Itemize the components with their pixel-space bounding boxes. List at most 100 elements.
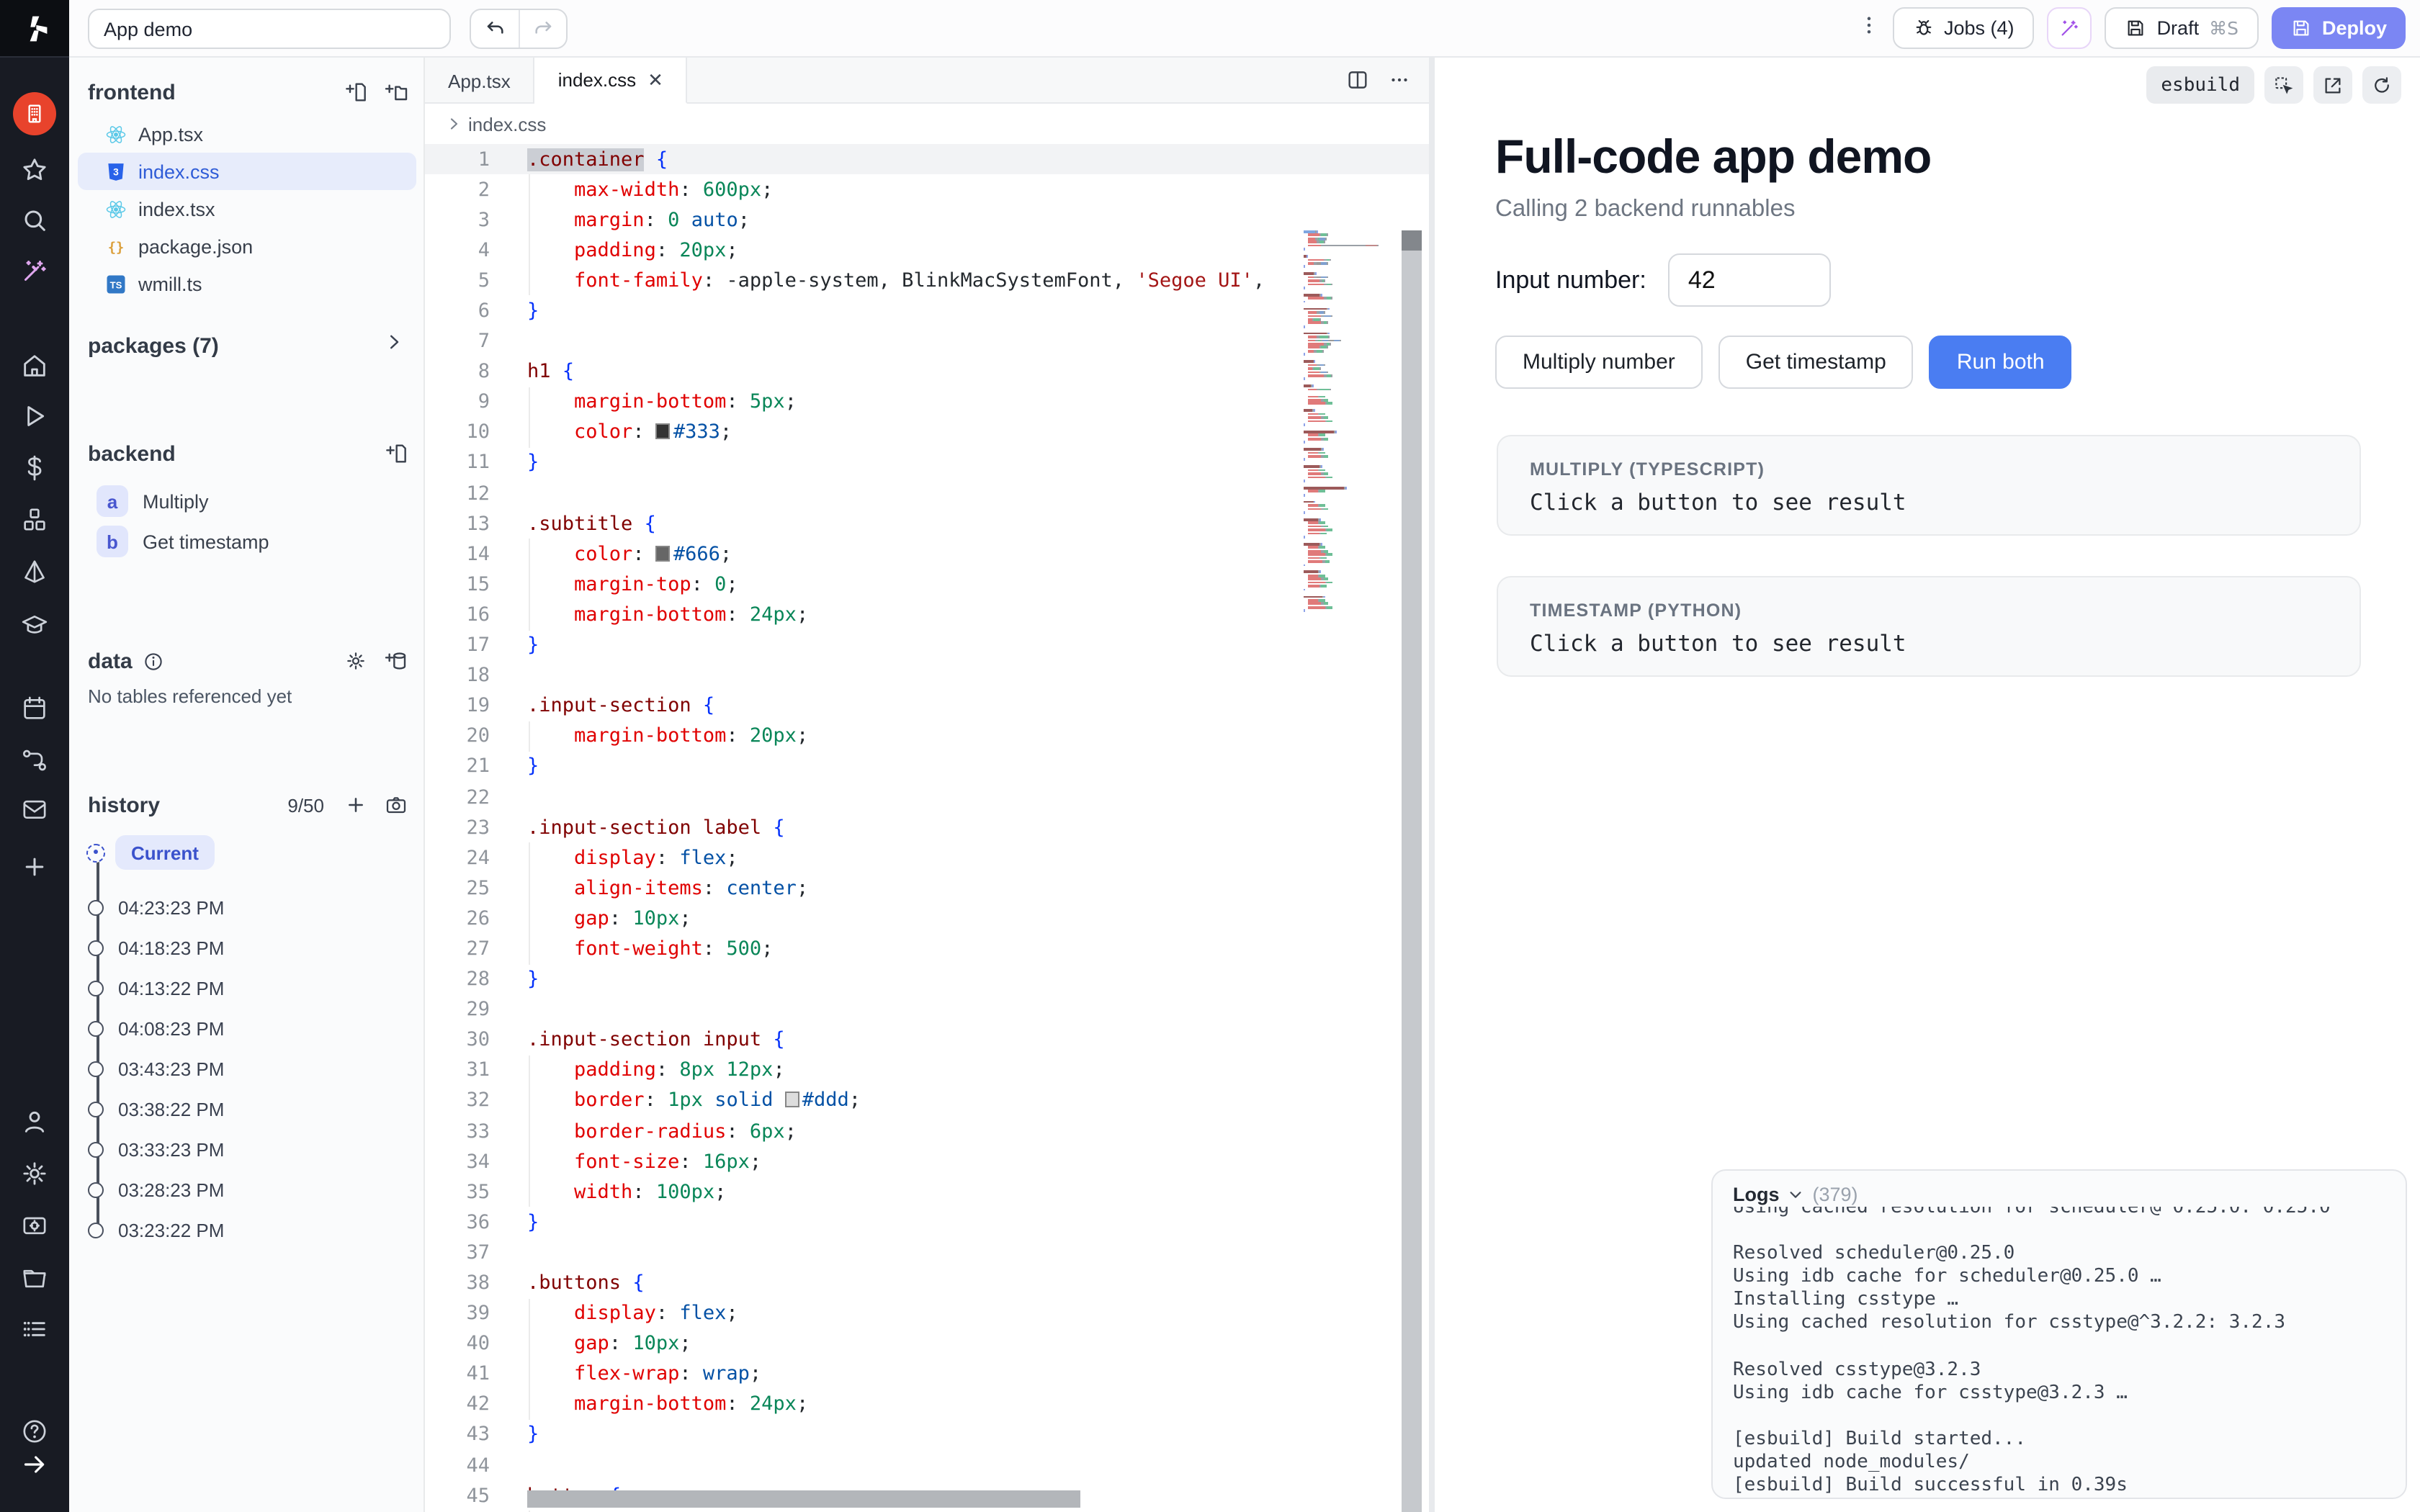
draft-button[interactable]: Draft ⌘S	[2105, 7, 2259, 49]
code-line: 5 font-family: -apple-system, BlinkMacSy…	[425, 266, 1429, 296]
arrow-right-icon	[20, 1450, 49, 1479]
vertical-scrollbar[interactable]	[1402, 230, 1422, 1512]
code-line: 13.subtitle {	[425, 508, 1429, 539]
history-entry[interactable]: 04:13:22 PM	[69, 968, 425, 1008]
audit-logs-button[interactable]	[0, 1305, 69, 1354]
open-external-button[interactable]	[2313, 66, 2352, 104]
history-current[interactable]: Current	[69, 832, 425, 873]
add-button[interactable]	[0, 842, 69, 891]
history-entry[interactable]: 03:28:23 PM	[69, 1169, 425, 1210]
history-dot-icon	[88, 1141, 104, 1157]
code-line: 30.input-section input {	[425, 1025, 1429, 1055]
tab-app-tsx[interactable]: App.tsx	[425, 58, 535, 104]
runs-button[interactable]	[0, 392, 69, 441]
code-area[interactable]: 1.container {2 max-width: 600px;3 margin…	[425, 144, 1429, 1512]
prism-icon	[20, 557, 49, 586]
jobs-button[interactable]: Jobs (4)	[1892, 7, 2035, 49]
number-input[interactable]	[1668, 253, 1831, 307]
code-line: 41 flex-wrap: wrap;	[425, 1359, 1429, 1390]
learn-button[interactable]	[0, 600, 69, 649]
code-line: 2 max-width: 600px;	[425, 174, 1429, 204]
history-entry[interactable]: 03:33:23 PM	[69, 1129, 425, 1169]
multiply-result-value: Click a button to see result	[1530, 490, 2328, 516]
ai-assistant-button[interactable]	[2048, 7, 2092, 49]
inbox-button[interactable]	[0, 785, 69, 834]
history-entry[interactable]: 03:43:23 PM	[69, 1048, 425, 1089]
breadcrumb: index.css	[425, 104, 1429, 144]
cubes-icon	[20, 505, 49, 534]
flows-button[interactable]	[0, 736, 69, 785]
minimap[interactable]	[1304, 230, 1399, 950]
multiply-result-card: MULTIPLY (TYPESCRIPT) Click a button to …	[1497, 435, 2361, 536]
code-line: 24 display: flex;	[425, 842, 1429, 873]
schedules-button[interactable]	[0, 547, 69, 596]
code-line: 42 margin-bottom: 24px;	[425, 1390, 1429, 1420]
home-button[interactable]	[0, 341, 69, 390]
calendar-icon	[20, 694, 49, 723]
favorites-button[interactable]	[0, 145, 69, 194]
history-entry[interactable]: 04:23:23 PM	[69, 887, 425, 927]
horizontal-scrollbar[interactable]	[527, 1490, 1080, 1508]
windmill-logo[interactable]	[0, 0, 69, 58]
code-line: 28}	[425, 964, 1429, 994]
code-line: 18	[425, 660, 1429, 690]
variables-button[interactable]	[0, 444, 69, 492]
code-line: 25 align-items: center;	[425, 873, 1429, 904]
more-menu-button[interactable]	[1856, 12, 1879, 44]
select-component-button[interactable]	[2264, 66, 2303, 104]
history-entry[interactable]: 03:38:22 PM	[69, 1089, 425, 1129]
undo-button[interactable]	[471, 10, 519, 48]
draft-shortcut: ⌘S	[2209, 17, 2238, 39]
history-entry[interactable]: 04:18:23 PM	[69, 927, 425, 968]
vertical-scrollbar-thumb[interactable]	[1402, 230, 1422, 251]
folders-button[interactable]	[0, 1254, 69, 1303]
split-editor-icon[interactable]	[1345, 68, 1370, 92]
history-dot-icon	[88, 899, 104, 915]
expand-rail-button[interactable]	[0, 1440, 69, 1489]
editor-menu-icon[interactable]	[1387, 68, 1412, 92]
app-name-input[interactable]	[88, 9, 451, 49]
external-link-icon	[2322, 74, 2344, 96]
run-both-button[interactable]: Run both	[1930, 336, 2072, 389]
user-button[interactable]	[0, 1097, 69, 1146]
tab-index-css[interactable]: index.css✕	[535, 58, 688, 104]
resources-button[interactable]	[0, 495, 69, 544]
code-line: 29	[425, 994, 1429, 1025]
workspace-button[interactable]	[0, 89, 69, 138]
close-tab-icon[interactable]: ✕	[647, 68, 663, 91]
redo-button[interactable]	[519, 10, 566, 48]
color-swatch	[656, 546, 671, 562]
history-dot-icon	[88, 980, 104, 996]
color-swatch	[656, 424, 671, 440]
timestamp-result-card: TIMESTAMP (PYTHON) Click a button to see…	[1497, 576, 2361, 677]
search-button[interactable]	[0, 196, 69, 245]
deploy-button[interactable]: Deploy	[2272, 7, 2406, 49]
ai-wand-button[interactable]	[0, 246, 69, 295]
history-dot-icon	[88, 1182, 104, 1197]
get-timestamp-button[interactable]: Get timestamp	[1718, 336, 1914, 389]
settings-button[interactable]	[0, 1149, 69, 1198]
refresh-button[interactable]	[2362, 66, 2401, 104]
code-line: 1.container {	[425, 144, 1429, 174]
folder-icon	[20, 1264, 49, 1293]
code-line: 10 color: #333;	[425, 418, 1429, 448]
code-line: 7	[425, 326, 1429, 356]
timestamp-result-label: TIMESTAMP (PYTHON)	[1530, 600, 2328, 621]
workers-button[interactable]	[0, 1201, 69, 1250]
calendar-button[interactable]	[0, 684, 69, 733]
app-subtitle: Calling 2 backend runnables	[1495, 196, 1795, 223]
home-icon	[20, 351, 49, 380]
history-entry[interactable]: 04:08:23 PM	[69, 1008, 425, 1048]
magic-wand-icon	[20, 256, 49, 285]
logs-panel: Logs (379) Using cached resolution for s…	[1711, 1169, 2407, 1499]
multiply-number-button[interactable]: Multiply number	[1495, 336, 1703, 389]
logs-count: (379)	[1813, 1184, 1858, 1205]
bug-icon	[1912, 17, 1934, 39]
jobs-label: Jobs (4)	[1944, 17, 2015, 39]
chevron-down-icon[interactable]	[1788, 1187, 1804, 1202]
code-line: 3 margin: 0 auto;	[425, 204, 1429, 235]
history-entry[interactable]: 03:23:22 PM	[69, 1210, 425, 1250]
logs-title[interactable]: Logs	[1733, 1184, 1780, 1205]
code-line: 23.input-section label {	[425, 812, 1429, 842]
refresh-icon	[2371, 74, 2393, 96]
